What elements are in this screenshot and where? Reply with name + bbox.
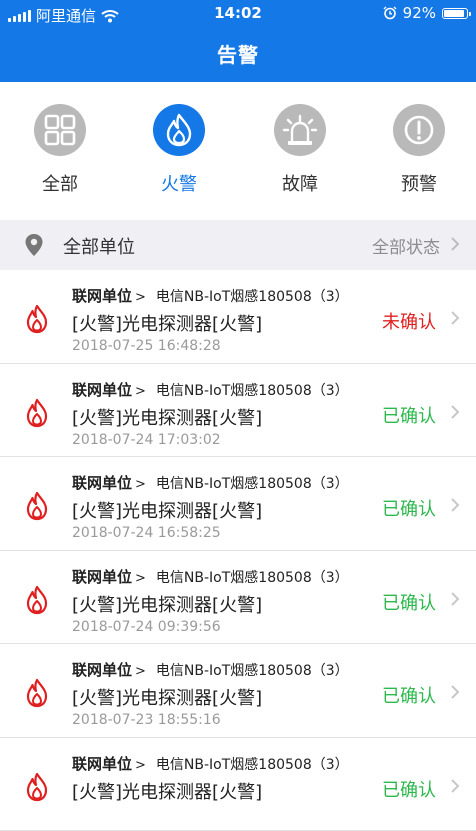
alarm-title: [火警]光电探测器[火警] <box>72 404 262 430</box>
tab-label: 全部 <box>12 170 108 196</box>
alarm-time: 2018-07-24 17:03:02 <box>72 432 221 448</box>
device-name: 电信NB-IoT烟感180508（3） <box>156 289 349 305</box>
fire-icon <box>24 398 50 428</box>
unit-name: 联网单位 <box>72 287 132 305</box>
alarm-row[interactable]: 联网单位> 电信NB-IoT烟感180508（3） [火警]光电探测器[火警] 已… <box>0 738 476 831</box>
tab-warning[interactable]: 预警 <box>371 104 467 196</box>
alarm-row[interactable]: 联网单位> 电信NB-IoT烟感180508（3） [火警]光电探测器[火警] 2… <box>0 644 476 738</box>
fire-icon <box>24 772 50 802</box>
alarm-light-icon <box>282 114 318 146</box>
alarm-row[interactable]: 联网单位> 电信NB-IoT烟感180508（3） [火警]光电探测器[火警] 2… <box>0 551 476 645</box>
alarm-time: 2018-07-23 18:55:16 <box>72 712 221 728</box>
chevron-right-icon <box>450 684 460 700</box>
device-name: 电信NB-IoT烟感180508（3） <box>156 663 349 679</box>
filter-bar: 全部单位 全部状态 <box>0 220 476 270</box>
chevron-right-icon[interactable] <box>450 236 460 252</box>
alarm-row[interactable]: 联网单位> 电信NB-IoT烟感180508（3） [火警]光电探测器[火警] 2… <box>0 270 476 364</box>
tab-label: 预警 <box>371 170 467 196</box>
alarm-status: 已确认 <box>382 589 436 615</box>
battery-icon <box>442 8 468 19</box>
alarm-status: 已确认 <box>382 402 436 428</box>
chevron-right-icon <box>450 497 460 513</box>
unit-arrow: > <box>135 290 146 305</box>
alarm-time: 2018-07-25 16:48:28 <box>72 338 221 354</box>
location-pin-icon <box>24 233 44 257</box>
alarm-title: [火警]光电探测器[火警] <box>72 310 262 336</box>
unit-arrow: > <box>135 664 146 679</box>
device-name: 电信NB-IoT烟感180508（3） <box>156 476 349 492</box>
chevron-right-icon <box>450 778 460 794</box>
fire-icon <box>24 491 50 521</box>
tab-label: 故障 <box>252 170 348 196</box>
chevron-right-icon <box>450 591 460 607</box>
unit-name: 联网单位 <box>72 381 132 399</box>
alarm-title: [火警]光电探测器[火警] <box>72 591 262 617</box>
fire-icon <box>24 585 50 615</box>
unit-name: 联网单位 <box>72 474 132 492</box>
exclamation-icon <box>403 114 435 146</box>
battery-percent: 92% <box>403 4 436 22</box>
category-tabs: 全部 火警 故障 预警 <box>0 82 476 220</box>
alarm-row[interactable]: 联网单位> 电信NB-IoT烟感180508（3） [火警]光电探测器[火警] 2… <box>0 364 476 458</box>
alarm-row[interactable]: 联网单位> 电信NB-IoT烟感180508（3） [火警]光电探测器[火警] 2… <box>0 457 476 551</box>
alarm-title: [火警]光电探测器[火警] <box>72 778 262 804</box>
alarm-status: 未确认 <box>382 308 436 334</box>
fire-icon <box>164 113 194 147</box>
status-bar: 阿里通信 14:02 92% <box>0 0 476 28</box>
unit-arrow: > <box>135 758 146 773</box>
alarm-status: 已确认 <box>382 776 436 802</box>
tab-fault[interactable]: 故障 <box>252 104 348 196</box>
fire-icon <box>24 304 50 334</box>
unit-arrow: > <box>135 384 146 399</box>
chevron-right-icon <box>450 310 460 326</box>
fire-icon <box>24 678 50 708</box>
unit-filter[interactable]: 全部单位 <box>63 233 135 259</box>
tab-all[interactable]: 全部 <box>12 104 108 196</box>
alarm-title: [火警]光电探测器[火警] <box>72 684 262 710</box>
alarm-time: 2018-07-24 09:39:56 <box>72 619 221 635</box>
unit-name: 联网单位 <box>72 755 132 773</box>
device-name: 电信NB-IoT烟感180508（3） <box>156 570 349 586</box>
alarm-time: 2018-07-24 16:58:25 <box>72 525 221 541</box>
grid-icon <box>44 114 76 146</box>
alarm-clock-icon <box>383 6 397 20</box>
unit-name: 联网单位 <box>72 661 132 679</box>
unit-name: 联网单位 <box>72 568 132 586</box>
unit-arrow: > <box>135 477 146 492</box>
alarm-status: 已确认 <box>382 682 436 708</box>
alarm-title: [火警]光电探测器[火警] <box>72 497 262 523</box>
tab-fire[interactable]: 火警 <box>131 104 227 196</box>
alarm-status: 已确认 <box>382 495 436 521</box>
status-filter[interactable]: 全部状态 <box>372 233 440 258</box>
tab-label: 火警 <box>131 170 227 196</box>
alarm-list: 联网单位>电信NB-IoT烟感180508（3） [火警]光电探测器[火警] 2… <box>0 270 476 831</box>
page-title: 告警 <box>0 39 476 68</box>
device-name: 电信NB-IoT烟感180508（3） <box>156 757 349 773</box>
chevron-right-icon <box>450 404 460 420</box>
device-name: 电信NB-IoT烟感180508（3） <box>156 383 349 399</box>
unit-arrow: > <box>135 571 146 586</box>
